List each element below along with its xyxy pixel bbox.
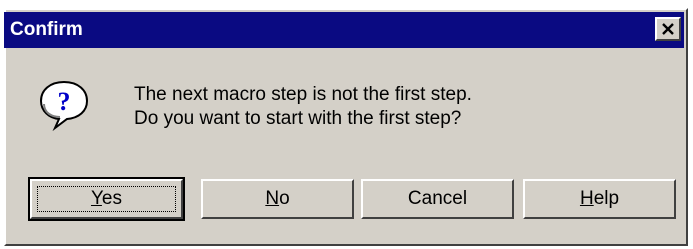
help-button-label: Help: [579, 188, 620, 209]
close-button[interactable]: [655, 17, 681, 41]
message-line-1: The next macro step is not the first ste…: [134, 84, 472, 105]
no-button[interactable]: No: [201, 179, 354, 219]
yes-button-label: Yes: [90, 188, 122, 209]
cancel-button-label: Cancel: [407, 188, 468, 209]
help-button[interactable]: Help: [523, 179, 676, 219]
close-icon: [662, 23, 674, 35]
title-bar[interactable]: Confirm: [4, 12, 684, 48]
question-icon: ?: [39, 80, 89, 131]
yes-button[interactable]: Yes: [28, 177, 185, 221]
svg-text:?: ?: [58, 87, 71, 116]
message-text: The next macro step is not the first ste…: [134, 83, 472, 131]
cancel-button[interactable]: Cancel: [361, 179, 514, 219]
confirm-dialog: Confirm ? The next macro step is not the…: [0, 0, 693, 249]
message-line-2: Do you want to start with the first step…: [134, 108, 462, 129]
no-button-label: No: [265, 188, 290, 209]
window-title: Confirm: [10, 19, 83, 40]
